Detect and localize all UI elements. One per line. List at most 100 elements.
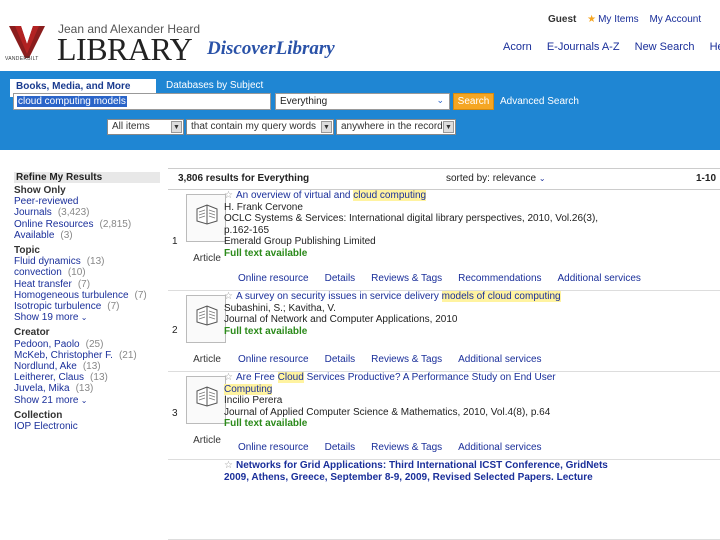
result-link[interactable]: Online resource [238,273,309,284]
refine-item-label: Fluid dynamics [14,256,81,268]
result-link[interactable]: Online resource [238,442,309,453]
result-meta: Journal of Network and Computer Applicat… [224,314,458,325]
discover-library-title: DiscoverLibrary [207,38,335,59]
refine-item-label: Homogeneous turbulence [14,289,129,301]
result-link[interactable]: Reviews & Tags [371,273,442,284]
scope-value: Everything [280,96,328,107]
refine-item-label: Juvela, Mika [14,383,70,395]
chevron-down-icon: ⌄ [436,95,444,105]
refine-item-count: (13) [75,383,94,395]
results-header: 3,806 results for Everything sorted by: … [168,168,720,190]
refine-item[interactable]: McKeb, Christopher F. (21) [14,350,164,361]
filter-items-value: All items [112,121,150,132]
result-links: Online resource Details Reviews & Tags Addi… [238,354,558,365]
result-body: ☆ Are Free Cloud Services Productive? A P… [224,372,556,430]
guest-label: Guest [548,14,577,25]
star-icon[interactable]: ☆ [224,291,233,302]
search-input[interactable]: cloud computing models [13,93,271,110]
refine-item[interactable]: Pedoon, Paolo (25) [14,339,164,350]
refine-item[interactable]: Juvela, Mika (13) [14,383,164,394]
refine-item-count: (13) [86,256,105,268]
filter-query-select[interactable]: that contain my query words ▼ [186,119,334,135]
chevron-down-icon: ⌄ [78,313,88,323]
refine-heading: Refine My Results [14,172,160,183]
refine-item[interactable]: Peer-reviewed [14,196,164,207]
star-icon[interactable]: ☆ [224,372,233,383]
refine-item[interactable]: IOP Electronic [14,421,164,432]
nav-new-search[interactable]: New Search [635,41,695,53]
advanced-search-link[interactable]: Advanced Search [500,96,579,107]
result-link[interactable]: Additional services [458,442,541,453]
refine-panel: Show Only Peer-reviewed Journals (3,423) Onl… [14,185,164,432]
full-text-status: Full text available [224,418,308,429]
refine-item[interactable]: Isotropic turbulence (7) [14,301,164,312]
result-type: Article [193,435,221,446]
refine-item-label: Heat transfer [14,278,72,290]
title-highlight: cloud computing [353,190,427,201]
refine-item[interactable]: Available (3) [14,230,164,241]
refine-item-count: (3) [60,229,73,241]
result-link[interactable]: Reviews & Tags [371,354,442,365]
dropdown-arrow-icon: ▼ [321,121,332,133]
show-more-link[interactable]: Show 19 more ⌄ [14,312,164,323]
show-more-link[interactable]: Show 21 more ⌄ [14,395,164,406]
result-meta: OCLC Systems & Services: International d… [224,213,599,224]
result-title[interactable]: ☆ An overview of virtual and cloud comput… [224,190,598,202]
refine-item-label: IOP Electronic [14,421,78,433]
refine-item[interactable]: Nordlund, Ake (13) [14,361,164,372]
refine-item[interactable]: Online Resources (2,815) [14,219,164,230]
result-links: Online resource Details Reviews & Tags Reco… [238,273,657,284]
result-link[interactable]: Details [325,354,356,365]
result-link[interactable]: Details [325,273,356,284]
star-icon[interactable]: ☆ [224,190,233,201]
refine-item-label: Available [14,229,55,241]
refine-item[interactable]: Heat transfer (7) [14,279,164,290]
my-account-link[interactable]: My Account [649,14,701,25]
library-title: LIBRARY [57,31,193,67]
refine-item[interactable]: Leitherer, Claus (13) [14,372,164,383]
result-meta: p.162-165 [224,224,270,236]
refine-item[interactable]: Journals (3,423) [14,207,164,218]
result-item: 1 Article ☆ An overview of virtual and clou… [168,190,720,291]
result-title[interactable]: ☆ Are Free Cloud Services Productive? A P… [224,372,556,384]
result-thumbnail[interactable]: Article [186,376,226,446]
my-items-link[interactable]: My Items [598,14,639,25]
search-button[interactable]: Search [453,93,494,110]
sort-select[interactable]: sorted by: relevance ⌄ [446,173,546,184]
title-text-line2[interactable]: Computing [224,383,273,395]
result-thumbnail[interactable]: Article [186,295,226,365]
result-number: 2 [172,325,178,336]
result-link[interactable]: Additional services [458,354,541,365]
title-highlight: models of cloud computing [441,291,561,302]
refine-item-count: (10) [67,267,86,279]
result-link[interactable]: Reviews & Tags [371,442,442,453]
nav-help[interactable]: Help [710,41,720,53]
result-number: 1 [172,236,178,247]
scope-select[interactable]: Everything ⌄ [275,93,450,110]
refine-item-label: McKeb, Christopher F. [14,349,113,361]
result-link[interactable]: Details [325,442,356,453]
filter-location-select[interactable]: anywhere in the record ▼ [336,119,456,135]
title-text-line2[interactable]: 2009, Athens, Greece, September 8-9, 200… [224,472,608,484]
result-thumbnail[interactable]: Article [186,194,226,264]
filter-items-select[interactable]: All items ▼ [107,119,184,135]
result-link[interactable]: Online resource [238,354,309,365]
nav-ejournals[interactable]: E-Journals A-Z [547,41,620,53]
chevron-down-icon: ⌄ [78,395,88,405]
refine-item-count: (25) [85,338,104,350]
result-title[interactable]: ☆ A survey on security issues in service … [224,291,561,303]
result-link[interactable]: Additional services [558,273,641,284]
refine-item-count: (7) [77,278,91,290]
refine-item[interactable]: Fluid dynamics (13) [14,256,164,267]
refine-item[interactable]: Homogeneous turbulence (7) [14,290,164,301]
refine-item[interactable]: convection (10) [14,267,164,278]
tab-databases[interactable]: Databases by Subject [166,80,263,91]
result-link[interactable]: Recommendations [458,273,541,284]
nav-acorn[interactable]: Acorn [503,41,532,53]
refine-item-label: Peer-reviewed [14,196,79,208]
title-highlight: Cloud [277,372,304,383]
refine-group-title: Collection [14,409,63,421]
star-icon[interactable]: ☆ [224,460,233,471]
vanderbilt-logo[interactable]: VANDERBILT [5,24,47,62]
result-title[interactable]: ☆ Networks for Grid Applications: Third I… [224,460,608,472]
